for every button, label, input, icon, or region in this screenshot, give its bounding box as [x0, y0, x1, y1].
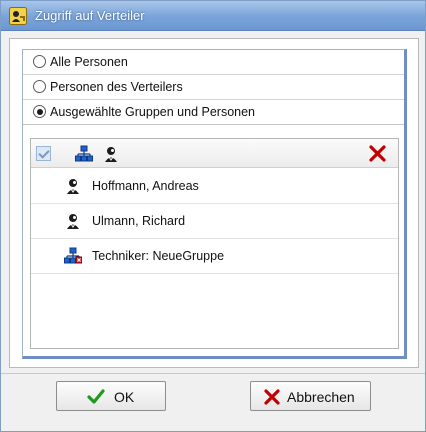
title-bar[interactable]: Zugriff auf Verteiler	[1, 1, 425, 31]
group-icon	[64, 247, 82, 264]
close-icon	[264, 389, 280, 405]
selection-grid: Hoffmann, Andreas Ulmann, Richard Techni…	[30, 138, 399, 349]
person-icon	[67, 179, 79, 194]
option-label: Ausgewählte Gruppen und Personen	[50, 105, 256, 119]
list-item-label: Ulmann, Richard	[92, 214, 186, 228]
delete-icon[interactable]	[369, 145, 386, 162]
add-person-icon[interactable]	[102, 145, 120, 163]
key-user-icon	[9, 7, 27, 25]
window-title: Zugriff auf Verteiler	[35, 8, 145, 23]
select-all-checkbox[interactable]	[36, 146, 51, 161]
footer-divider	[1, 373, 425, 374]
option-label: Alle Personen	[50, 55, 128, 69]
radio-button[interactable]	[33, 80, 46, 93]
add-group-icon[interactable]	[75, 145, 93, 163]
person-icon	[67, 214, 79, 229]
list-item-label: Techniker: NeueGruppe	[92, 249, 225, 263]
list-item-label: Hoffmann, Andreas	[92, 179, 199, 193]
dialog-window: Zugriff auf Verteiler Alle Personen Pers…	[0, 0, 426, 432]
cancel-button-label: Abbrechen	[287, 389, 355, 405]
ok-button[interactable]: OK	[56, 381, 166, 411]
access-panel: Alle Personen Personen des Verteilers Au…	[22, 49, 407, 359]
option-all-persons[interactable]: Alle Personen	[23, 50, 404, 75]
option-selected-groups[interactable]: Ausgewählte Gruppen und Personen	[23, 100, 404, 125]
option-distribution-persons[interactable]: Personen des Verteilers	[23, 75, 404, 100]
option-label: Personen des Verteilers	[50, 80, 183, 94]
list-item[interactable]: Hoffmann, Andreas	[31, 169, 398, 204]
radio-button-selected[interactable]	[33, 105, 46, 118]
cancel-button[interactable]: Abbrechen	[250, 381, 371, 411]
grid-toolbar	[31, 139, 398, 168]
content-frame: Alle Personen Personen des Verteilers Au…	[9, 38, 419, 368]
checkmark-icon	[87, 389, 105, 404]
list-item[interactable]: Ulmann, Richard	[31, 204, 398, 239]
radio-button[interactable]	[33, 55, 46, 68]
list-item[interactable]: Techniker: NeueGruppe	[31, 239, 398, 274]
ok-button-label: OK	[114, 389, 135, 405]
